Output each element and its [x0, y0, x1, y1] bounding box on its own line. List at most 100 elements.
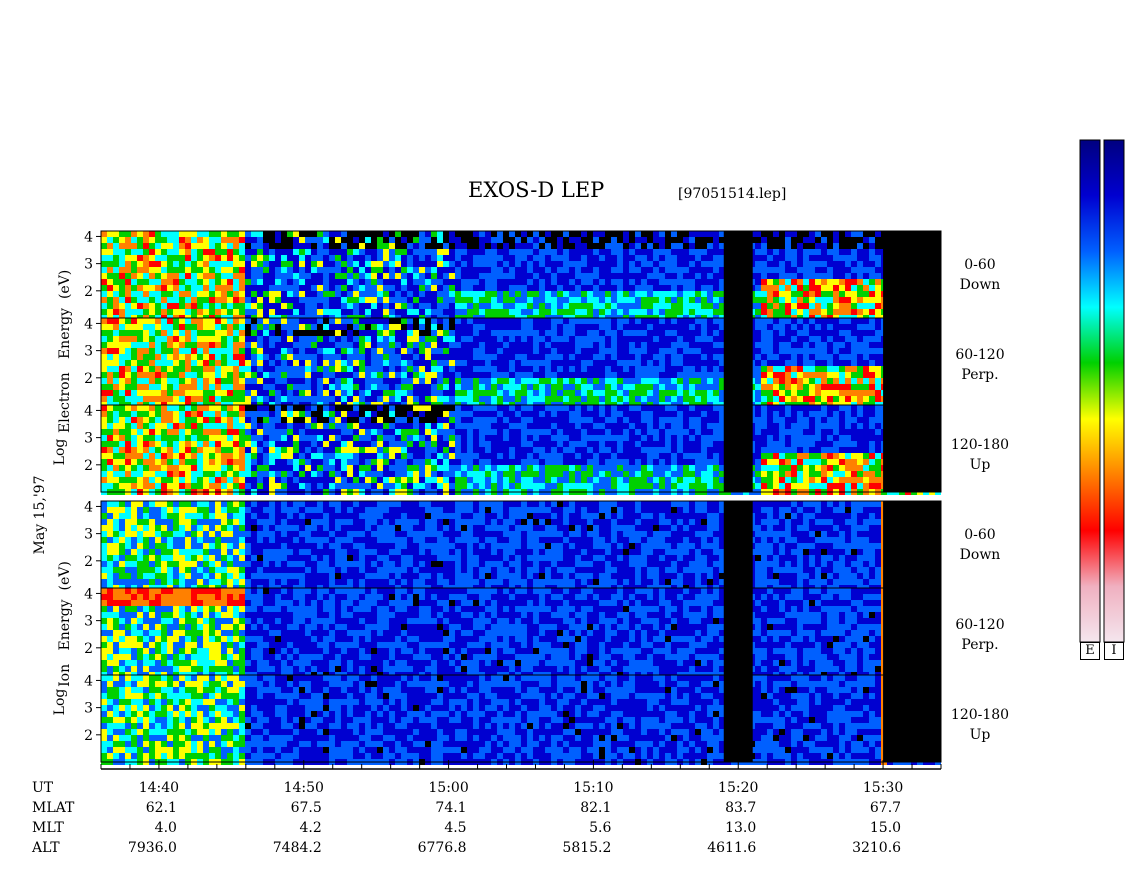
spectrogram-cell [509, 324, 515, 330]
spectrogram-cell [563, 273, 569, 279]
spectrogram-cell [419, 303, 425, 309]
spectrogram-cell [461, 237, 467, 243]
spectrogram-cell [641, 303, 647, 309]
spectrogram-cell [293, 429, 299, 435]
spectrogram-cell [281, 291, 287, 297]
spectrogram-cell [623, 273, 629, 279]
spectrogram-cell [479, 249, 485, 255]
spectrogram-cell [665, 237, 671, 243]
spectrogram-cell [323, 267, 329, 273]
spectrogram-cell [503, 390, 509, 396]
spectrogram-cell [233, 396, 239, 402]
spectrogram-cell [773, 279, 779, 285]
spectrogram-cell [269, 447, 275, 453]
spectrogram-cell [227, 423, 233, 429]
spectrogram-cell [845, 237, 851, 243]
spectrogram-cell [545, 366, 551, 372]
spectrogram-cell [443, 285, 449, 291]
spectrogram-cell [797, 285, 803, 291]
spectrogram-cell [803, 354, 809, 360]
spectrogram-cell [785, 279, 791, 285]
spectrogram-cell [173, 261, 179, 267]
spectrogram-cell [569, 237, 575, 243]
spectrogram-cell [185, 471, 191, 477]
y-tick-label: 4 [84, 229, 93, 245]
spectrogram-cell [491, 249, 497, 255]
spectrogram-cell [779, 237, 785, 243]
spectrogram-cell [635, 354, 641, 360]
spectrogram-cell [155, 423, 161, 429]
spectrogram-cell [389, 372, 395, 378]
spectrogram-cell [137, 372, 143, 378]
spectrogram-cell [341, 279, 347, 285]
spectrogram-cell [191, 261, 197, 267]
spectrogram-cell [611, 273, 617, 279]
spectrogram-cell [815, 237, 821, 243]
spectrogram-cell [143, 366, 149, 372]
spectrogram-cell [755, 384, 761, 390]
spectrogram-cell [623, 249, 629, 255]
spectrogram-cell [863, 303, 869, 309]
spectrogram-cell [251, 453, 257, 459]
spectrogram-cell [419, 384, 425, 390]
spectrogram-cell [329, 366, 335, 372]
spectrogram-cell [521, 267, 527, 273]
spectrogram-cell [263, 324, 269, 330]
spectrogram-cell [851, 309, 857, 315]
spectrogram-cell [281, 330, 287, 336]
spectrogram-cell [125, 429, 131, 435]
spectrogram-cell [107, 354, 113, 360]
spectrogram-cell [599, 297, 605, 303]
spectrogram-cell [371, 465, 377, 471]
spectrogram-cell [497, 237, 503, 243]
spectrogram-cell [839, 303, 845, 309]
spectrogram-cell [245, 303, 251, 309]
spectrogram-cell [821, 378, 827, 384]
spectrogram-cell [155, 435, 161, 441]
spectrogram-cell [713, 318, 719, 324]
spectrogram-cell [539, 360, 545, 366]
spectrogram-cell [377, 483, 383, 489]
spectrogram-cell [275, 483, 281, 489]
spectrogram-cell [209, 336, 215, 342]
spectrogram-cell [179, 354, 185, 360]
spectrogram-cell [131, 330, 137, 336]
spectrogram-cell [761, 354, 767, 360]
spectrogram-cell [617, 378, 623, 384]
spectrogram-cell [515, 243, 521, 249]
spectrogram-cell [179, 303, 185, 309]
spectrogram-cell [755, 390, 761, 396]
spectrogram-cell [857, 249, 863, 255]
spectrogram-cell [377, 447, 383, 453]
spectrogram-cell [227, 390, 233, 396]
spectrogram-cell [797, 354, 803, 360]
spectrogram-cell [395, 372, 401, 378]
spectrogram-cell [137, 417, 143, 423]
spectrogram-cell [215, 348, 221, 354]
spectrogram-cell [869, 348, 875, 354]
spectrogram-cell [857, 324, 863, 330]
spectrogram-cell [299, 255, 305, 261]
spectrogram-cell [113, 396, 119, 402]
spectrogram-cell [215, 243, 221, 249]
spectrogram-cell [647, 279, 653, 285]
spectrogram-cell [665, 366, 671, 372]
spectrogram-cell [833, 384, 839, 390]
spectrogram-cell [359, 243, 365, 249]
spectrogram-cell [419, 336, 425, 342]
spectrogram-cell [635, 330, 641, 336]
spectrogram-cell [305, 435, 311, 441]
spectrogram-cell [587, 285, 593, 291]
spectrogram-cell [671, 279, 677, 285]
spectrogram-cell [677, 255, 683, 261]
spectrogram-cell [131, 354, 137, 360]
spectrogram-cell [803, 255, 809, 261]
spectrogram-cell [161, 231, 167, 237]
spectrogram-cell [557, 396, 563, 402]
spectrogram-cell [191, 285, 197, 291]
spectrogram-cell [221, 324, 227, 330]
spectrogram-cell [815, 231, 821, 237]
spectrogram-cell [395, 324, 401, 330]
spectrogram-cell [635, 243, 641, 249]
spectrogram-cell [107, 336, 113, 342]
